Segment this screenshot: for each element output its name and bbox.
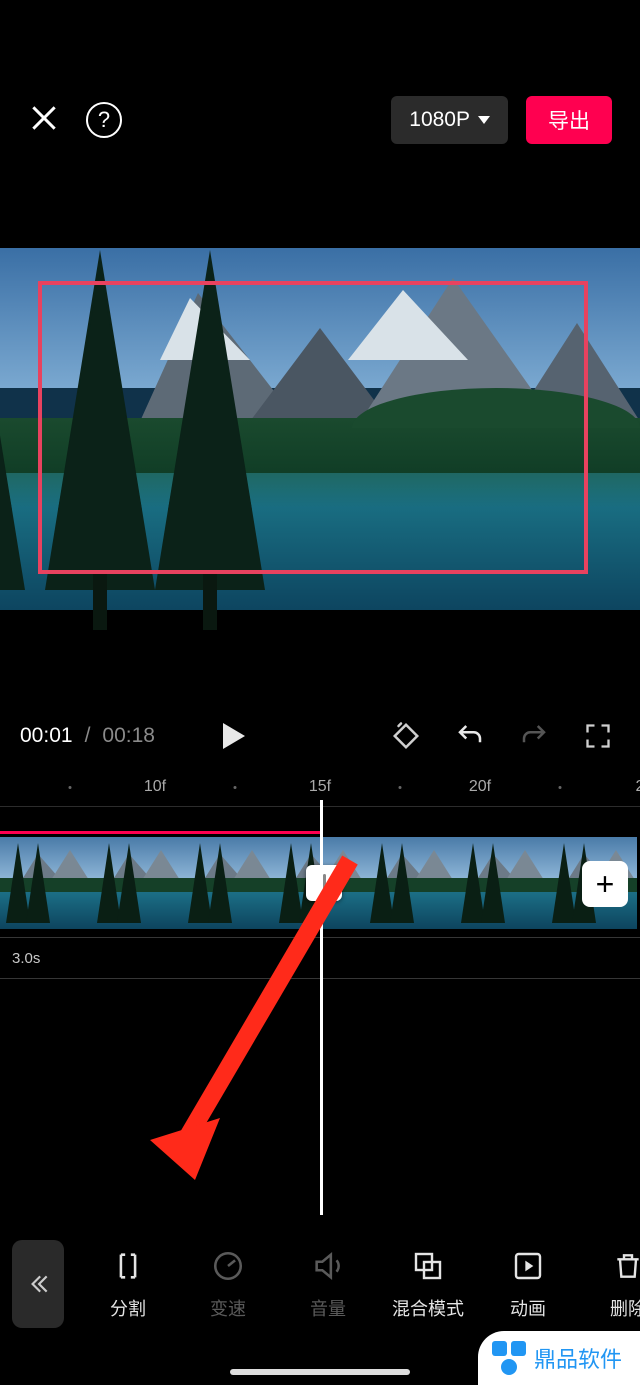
clip-duration-badge: 3.0s: [12, 950, 40, 967]
tool-label: 混合模式: [392, 1295, 464, 1321]
close-button[interactable]: [28, 102, 60, 139]
current-time: 00:01: [20, 724, 73, 748]
speed-icon: [211, 1247, 245, 1285]
tool-label: 变速: [210, 1295, 246, 1321]
bottom-toolbar: 分割 变速 音量 混合模式 动画 删除: [0, 1229, 640, 1339]
play-icon: [223, 723, 245, 749]
transition-button[interactable]: [306, 865, 342, 901]
play-button[interactable]: [212, 714, 256, 758]
top-toolbar: ? 1080P 导出: [0, 98, 640, 142]
watermark-logo-icon: [492, 1341, 526, 1375]
tool-label: 音量: [310, 1295, 346, 1321]
ruler-mark-next: 2: [636, 778, 640, 796]
watermark-badge: 鼎品软件: [478, 1331, 640, 1385]
delete-icon: [612, 1247, 640, 1285]
playback-controls: 00:01 / 00:18: [0, 712, 640, 760]
export-button[interactable]: 导出: [526, 96, 612, 144]
tool-blend[interactable]: 混合模式: [378, 1247, 478, 1321]
ruler-mark-10f: 10f: [144, 778, 166, 796]
tool-delete[interactable]: 删除: [578, 1247, 640, 1321]
volume-icon: [311, 1247, 345, 1285]
video-preview[interactable]: [0, 248, 640, 610]
total-duration: 00:18: [102, 724, 155, 748]
home-indicator: [230, 1369, 410, 1375]
add-clip-button[interactable]: +: [582, 861, 628, 907]
ruler-mark-15f: 15f: [309, 778, 331, 796]
ruler-mark-20f: 20f: [469, 778, 491, 796]
tool-label: 删除: [610, 1295, 640, 1321]
tool-label: 动画: [510, 1295, 546, 1321]
tool-anim[interactable]: 动画: [478, 1247, 578, 1321]
tool-speed[interactable]: 变速: [178, 1247, 278, 1321]
selection-range: [0, 831, 320, 834]
playhead[interactable]: [320, 800, 323, 1215]
tool-split[interactable]: 分割: [78, 1247, 178, 1321]
keyframe-button[interactable]: [384, 714, 428, 758]
redo-button[interactable]: [512, 714, 556, 758]
fullscreen-button[interactable]: [576, 714, 620, 758]
tool-label: 分割: [110, 1295, 146, 1321]
undo-button[interactable]: [448, 714, 492, 758]
tool-volume[interactable]: 音量: [278, 1247, 378, 1321]
chevron-down-icon: [478, 116, 490, 124]
split-icon: [111, 1247, 145, 1285]
watermark-text: 鼎品软件: [534, 1342, 622, 1374]
collapse-toolbar-button[interactable]: [12, 1240, 64, 1328]
anim-icon: [512, 1247, 544, 1285]
resolution-dropdown[interactable]: 1080P: [391, 96, 508, 144]
timeline-ruler: 10f 15f 20f 2: [0, 776, 640, 800]
time-separator: /: [85, 724, 91, 748]
blend-icon: [412, 1247, 444, 1285]
resolution-label: 1080P: [409, 108, 470, 132]
help-button[interactable]: ?: [86, 102, 122, 138]
